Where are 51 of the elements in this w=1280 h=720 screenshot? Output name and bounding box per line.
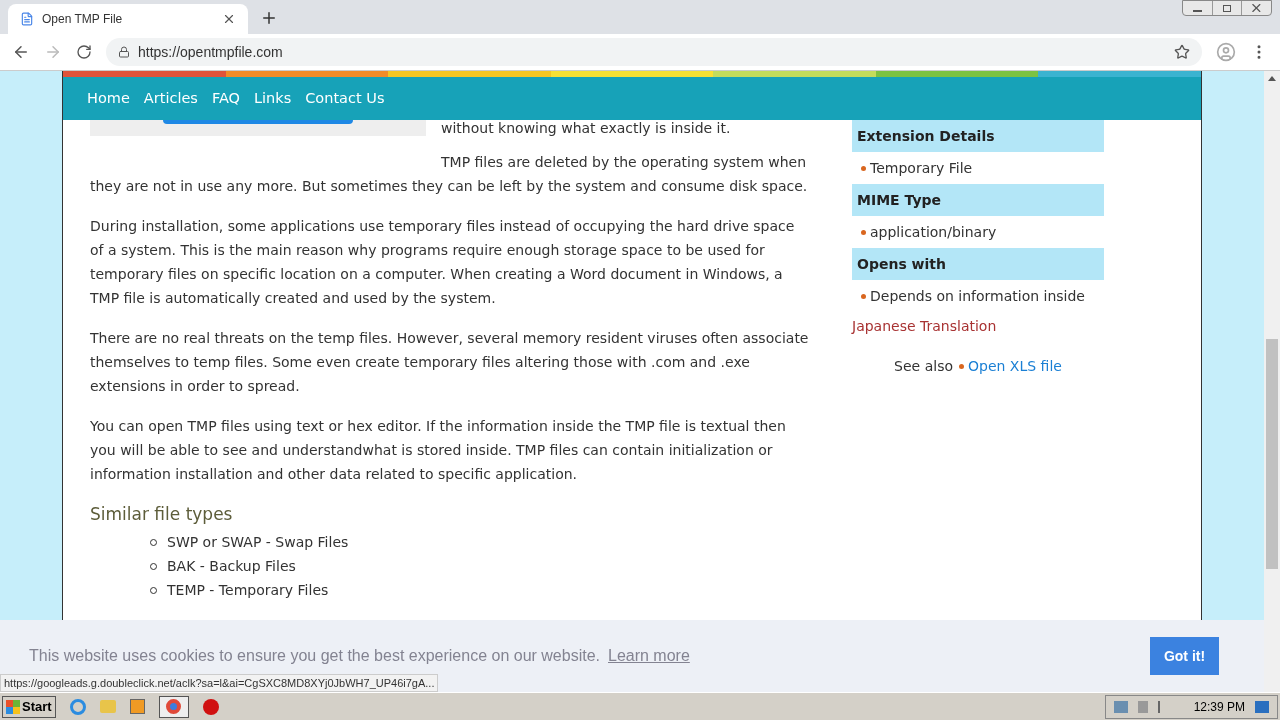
sidebar-item: Depends on information inside — [870, 287, 1085, 306]
stop-icon[interactable] — [202, 698, 219, 715]
see-also-label: See also — [894, 357, 953, 376]
scroll-up-icon[interactable] — [1268, 76, 1276, 81]
paragraph: You can open TMP files using text or hex editor. If the information inside the TMP file is textual then you will be able to see and understandwhat is stored inside. TMP files can contain initialization or information installation and other data related to specific application. — [90, 417, 787, 484]
bookmark-star-icon[interactable] — [1174, 44, 1190, 60]
back-icon[interactable] — [12, 43, 30, 61]
sidebar-item: Temporary File — [870, 159, 973, 178]
lock-icon — [118, 46, 130, 58]
list-item: BAK - Backup Files — [167, 557, 296, 576]
profile-icon[interactable] — [1216, 42, 1236, 62]
paragraph: without knowing what exactly is inside it. — [441, 119, 731, 138]
bullet-icon — [861, 165, 866, 171]
address-field[interactable]: https://opentmpfile.com — [106, 38, 1202, 66]
paragraph: TMP files are deleted by the operating system when they are not in use any more. But sometimes they can be left by the system and consume disk space. — [90, 153, 809, 196]
nav-link[interactable]: Home — [87, 87, 130, 110]
chrome-icon — [166, 699, 182, 714]
sidebar-heading: Opens with — [852, 248, 1104, 280]
new-tab-icon[interactable] — [260, 9, 278, 27]
cookie-message: This website uses cookies to ensure you get the best experience on our website. — [29, 646, 600, 666]
bullet-icon — [861, 293, 866, 299]
scrollbar-thumb[interactable] — [1266, 339, 1278, 569]
tab-title: Open TMP File — [42, 11, 124, 28]
reload-icon[interactable] — [76, 44, 92, 60]
clock: 12:39 PM — [1193, 698, 1245, 716]
nav-link[interactable]: Contact Us — [305, 87, 385, 110]
start-button[interactable]: Start — [2, 695, 56, 718]
sidebar-heading: Extension Details — [852, 120, 1104, 152]
section-heading: Similar file types — [90, 503, 234, 526]
sidebar-item: application/binary — [870, 223, 997, 242]
list-item: TEMP - Temporary Files — [167, 581, 329, 600]
list-item: SWP or SWAP - Swap Files — [167, 533, 349, 552]
nav-link[interactable]: Articles — [143, 87, 198, 110]
chrome-taskbar-button[interactable] — [158, 695, 189, 718]
translation-link[interactable]: Japanese Translation — [852, 314, 1104, 338]
sidebar-heading: MIME Type — [852, 184, 1104, 216]
document-icon — [20, 12, 34, 26]
nav-link[interactable]: Links — [254, 87, 292, 110]
nav-link[interactable]: FAQ — [211, 87, 240, 110]
paragraph: There are no real threats on the temp files. However, several memory resident viruses often associate themselves to temp files. Some even create temporary files altering those with .com and .exe extensions in order to spread. — [90, 329, 810, 396]
learn-more-link[interactable]: Learn more — [608, 644, 690, 668]
browser-tab[interactable]: Open TMP File — [8, 4, 248, 34]
windows-logo-icon — [6, 699, 20, 714]
got-it-button[interactable]: Got it! — [1150, 637, 1219, 675]
bullet-icon — [861, 229, 866, 235]
status-url: https://googleads.g.doubleclick.net/aclk?sa=l&ai=CgSXC8MD8XYj0JbWH7_UP46i7gA... — [0, 674, 439, 692]
see-also-link[interactable]: Open XLS file — [968, 354, 1062, 378]
url-text: https://opentmpfile.com — [138, 42, 284, 62]
paragraph: During installation, some applications use temporary files instead of occupying the hard drive space of a system. This is the main reason why programs require enough storage space to be used for temporary files on specific location on a computer. When creating a Word document in Windows, a TMP file is automatically created and used by the system. — [90, 217, 796, 308]
bullet-icon — [959, 363, 964, 369]
close-icon[interactable] — [222, 12, 236, 26]
